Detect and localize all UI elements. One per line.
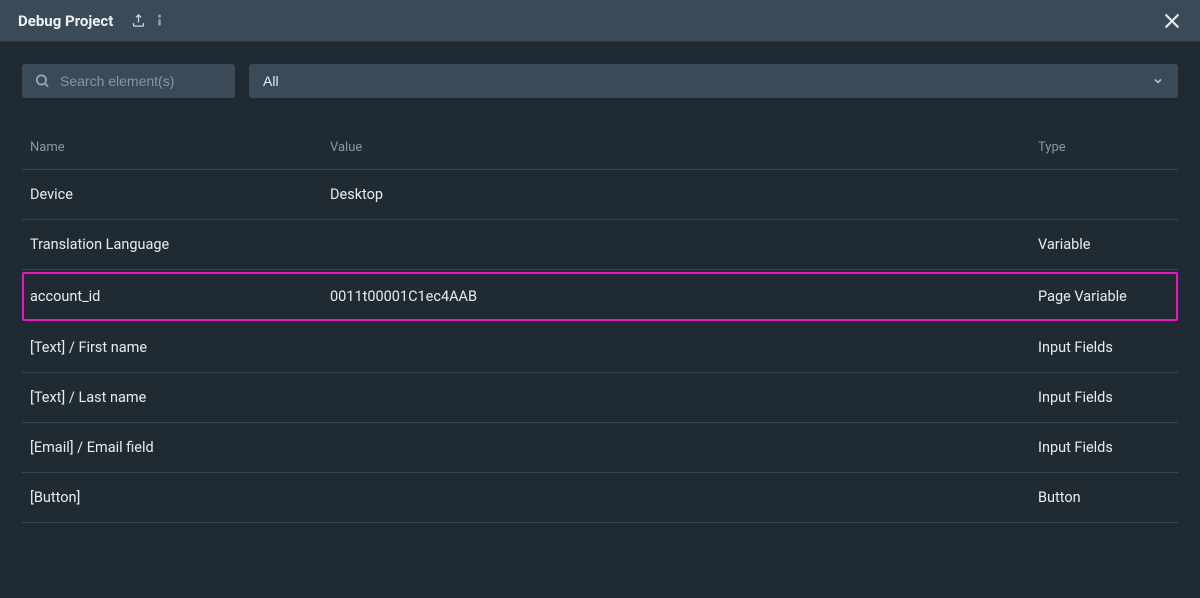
cell-type: Variable (1038, 236, 1170, 253)
filter-wrap: All (249, 64, 1178, 98)
cell-name: [Email] / Email field (30, 439, 330, 456)
cell-type: Page Variable (1038, 288, 1170, 305)
table-header: Name Value Type (22, 120, 1178, 170)
cell-name: account_id (30, 288, 330, 305)
cell-name: [Text] / Last name (30, 389, 330, 406)
close-icon (1162, 11, 1182, 31)
debug-table: Name Value Type DeviceDesktopTranslation… (0, 98, 1200, 523)
table-row[interactable]: Translation Language Variable (22, 220, 1178, 270)
cell-name: Translation Language (30, 236, 330, 253)
cell-type: Input Fields (1038, 389, 1170, 406)
export-icon (131, 13, 146, 28)
close-button[interactable] (1162, 11, 1182, 31)
header-bar: Debug Project (0, 0, 1200, 42)
cell-value: 0011t00001C1ec4AAB (330, 288, 1038, 305)
table-row[interactable]: [Text] / Last name Input Fields (22, 373, 1178, 423)
column-header-name: Name (30, 140, 330, 155)
filter-select[interactable]: All (249, 64, 1178, 98)
table-row[interactable]: [Email] / Email field Input Fields (22, 423, 1178, 473)
info-icon (152, 13, 167, 28)
cell-value: Desktop (330, 186, 1038, 203)
export-button[interactable] (131, 13, 167, 28)
cell-name: Device (30, 186, 330, 203)
cell-type: Input Fields (1038, 439, 1170, 456)
table-row[interactable]: [Text] / First name Input Fields (22, 323, 1178, 373)
cell-name: [Text] / First name (30, 339, 330, 356)
table-row[interactable]: [Button] Button (22, 473, 1178, 523)
table-row[interactable]: DeviceDesktop (22, 170, 1178, 220)
page-title: Debug Project (18, 12, 113, 30)
cell-type: Button (1038, 489, 1170, 506)
column-header-value: Value (330, 140, 1038, 155)
search-icon (34, 73, 51, 90)
search-wrap (22, 64, 235, 98)
cell-type: Input Fields (1038, 339, 1170, 356)
column-header-type: Type (1038, 140, 1170, 155)
cell-name: [Button] (30, 489, 330, 506)
table-row[interactable]: account_id0011t00001C1ec4AABPage Variabl… (22, 272, 1178, 321)
controls-bar: All (0, 42, 1200, 98)
search-input[interactable] (22, 64, 235, 98)
